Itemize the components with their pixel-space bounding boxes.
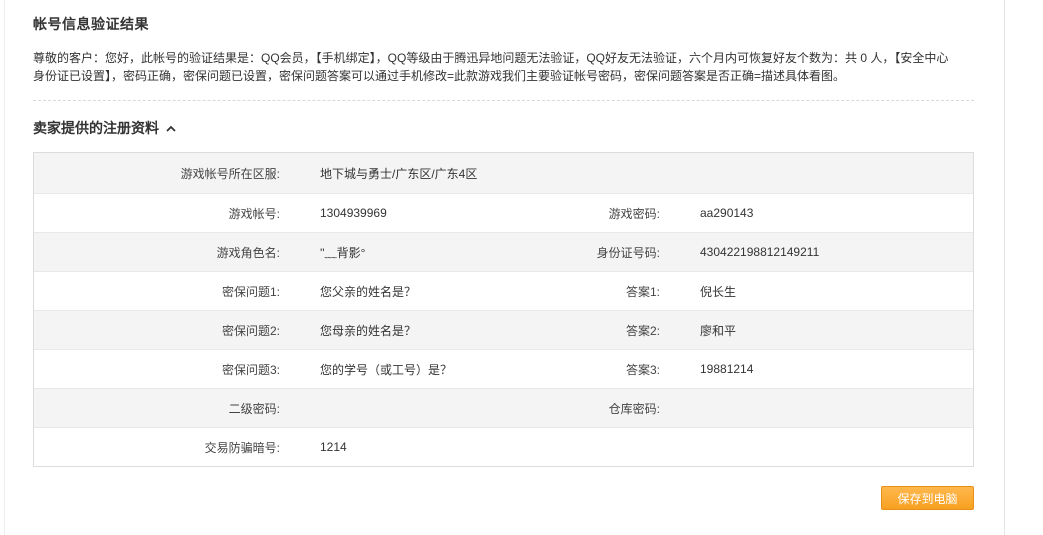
- table-row: 游戏帐号: 1304939969 游戏密码: aa290143: [34, 193, 973, 232]
- second-password-label: 二级密码:: [228, 401, 280, 416]
- account-label: 游戏帐号:: [228, 206, 280, 221]
- notice-line-2: 身份证已设置】，密码正确，密保问题已设置，密保问题答案可以通过手机修改=此款游戏…: [33, 69, 846, 83]
- table-row: 二级密码: 仓库密码:: [34, 388, 973, 427]
- left-divider: [4, 0, 5, 535]
- role-value: ''﹏背影°: [320, 245, 366, 260]
- section-header[interactable]: 卖家提供的注册资料: [33, 118, 177, 138]
- question-2-label: 密保问题2:: [221, 323, 280, 338]
- table-row: 交易防骗暗号: 1214: [34, 427, 973, 466]
- password-value: aa290143: [700, 206, 754, 220]
- question-3-label: 密保问题3:: [221, 362, 280, 377]
- anti-fraud-code-label: 交易防骗暗号:: [204, 440, 280, 455]
- password-label: 游戏密码:: [608, 206, 660, 221]
- save-to-computer-button[interactable]: 保存到电脑: [881, 486, 974, 510]
- question-1-value: 您父亲的姓名是？: [320, 284, 417, 299]
- server-value: 地下城与勇士/广东区/广东4区: [320, 166, 478, 181]
- right-divider: [1004, 0, 1005, 535]
- id-label: 身份证号码:: [596, 245, 660, 260]
- table-row: 游戏角色名: ''﹏背影° 身份证号码: 430422198812149211: [34, 232, 973, 271]
- storage-password-label: 仓库密码:: [608, 401, 660, 416]
- section-title: 卖家提供的注册资料: [33, 120, 159, 136]
- question-3-value: 您的学号（或工号）是？: [320, 362, 453, 377]
- id-value: 430422198812149211: [700, 245, 820, 259]
- anti-fraud-code-value: 1214: [320, 440, 347, 454]
- dashed-divider: [33, 100, 974, 101]
- question-2-value: 您母亲的姓名是？: [320, 323, 417, 338]
- table-row: 密保问题2: 您母亲的姓名是？ 答案2: 廖和平: [34, 310, 973, 349]
- answer-3-label: 答案3:: [625, 362, 660, 377]
- question-1-label: 密保问题1:: [221, 284, 280, 299]
- notice-line-1: 尊敬的客户：您好，此帐号的验证结果是：QQ会员，【手机绑定】，QQ等级由于腾迅异…: [33, 51, 949, 65]
- server-label: 游戏帐号所在区服:: [180, 166, 280, 181]
- page: 帐号信息验证结果 尊敬的客户：您好，此帐号的验证结果是：QQ会员，【手机绑定】，…: [0, 0, 1043, 535]
- registration-info-table: 游戏帐号所在区服: 地下城与勇士/广东区/广东4区 游戏帐号: 13049399…: [33, 152, 974, 467]
- role-label: 游戏角色名:: [216, 245, 280, 260]
- answer-2-label: 答案2:: [625, 323, 660, 338]
- answer-3-value: 19881214: [700, 362, 754, 376]
- account-value: 1304939969: [320, 206, 387, 220]
- page-title: 帐号信息验证结果: [33, 16, 149, 32]
- answer-1-value: 倪长生: [700, 284, 737, 299]
- answer-1-label: 答案1:: [625, 284, 660, 299]
- table-row: 游戏帐号所在区服: 地下城与勇士/广东区/广东4区: [34, 153, 973, 193]
- answer-2-value: 廖和平: [700, 323, 737, 338]
- table-row: 密保问题3: 您的学号（或工号）是？ 答案3: 19881214: [34, 349, 973, 388]
- verification-notice: 尊敬的客户：您好，此帐号的验证结果是：QQ会员，【手机绑定】，QQ等级由于腾迅异…: [33, 49, 973, 85]
- table-row: 密保问题1: 您父亲的姓名是？ 答案1: 倪长生: [34, 271, 973, 310]
- chevron-up-icon[interactable]: [165, 122, 177, 134]
